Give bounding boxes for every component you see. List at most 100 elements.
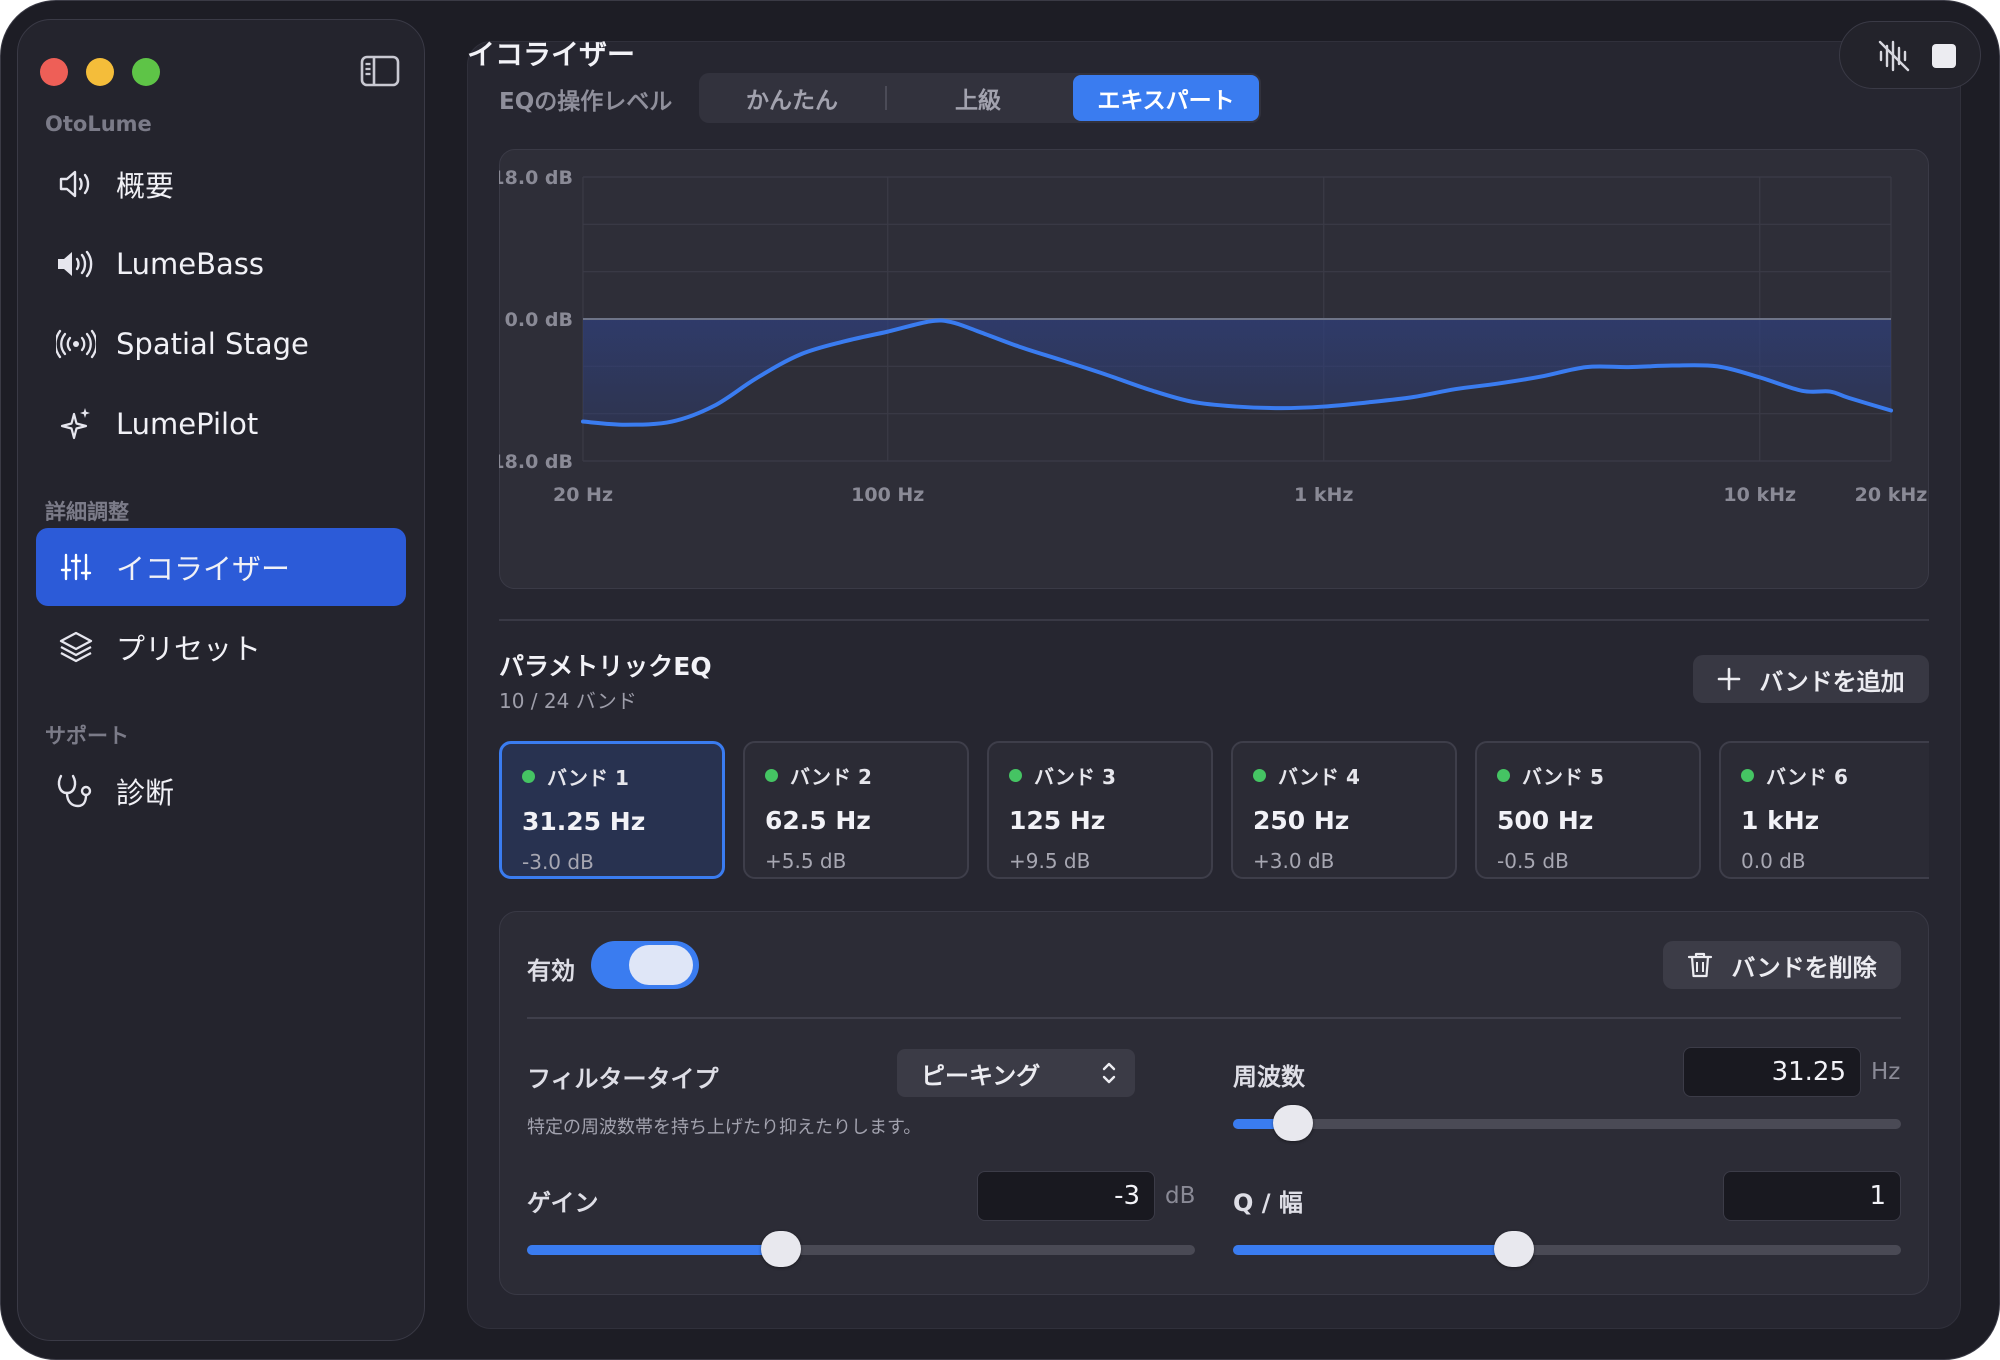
band-gain: +9.5 dB	[1009, 849, 1091, 873]
app-window: OtoLume 概要 LumeBass Spatial Stage LumePi…	[0, 0, 2000, 1360]
gain-input[interactable]: -3	[977, 1171, 1155, 1221]
add-band-button[interactable]: バンドを追加	[1693, 655, 1929, 703]
slider-fill	[1233, 1245, 1514, 1255]
filter-type-select[interactable]: ピーキング	[897, 1049, 1135, 1097]
close-window-button[interactable]	[40, 58, 68, 86]
band-card[interactable]: バンド 2 62.5 Hz +5.5 dB	[743, 741, 969, 879]
q-input[interactable]: 1	[1723, 1171, 1901, 1221]
eq-level-row: EQの操作レベル	[499, 75, 692, 123]
band-gain: +3.0 dB	[1253, 849, 1335, 873]
x-tick-label: 1 kHz	[1294, 484, 1353, 506]
sidebar-section-title: サポート	[45, 724, 129, 748]
enabled-toggle[interactable]	[591, 941, 699, 989]
band-card[interactable]: バンド 6 1 kHz 0.0 dB	[1719, 741, 1929, 879]
slider-knob[interactable]	[1273, 1105, 1313, 1141]
frequency-unit: Hz	[1871, 1059, 1901, 1085]
band-active-dot	[1009, 769, 1022, 782]
sidebar-item-diagnostics[interactable]: 診断	[36, 752, 406, 830]
band-name: バンド 3	[1034, 765, 1116, 789]
band-frequency: 250 Hz	[1253, 806, 1350, 835]
filter-type-hint: 特定の周波数帯を持ち上げたり抑えたりします。	[527, 1117, 922, 1138]
band-frequency: 125 Hz	[1009, 806, 1106, 835]
chevron-up-down-icon	[1102, 1062, 1116, 1084]
frequency-input[interactable]: 31.25	[1683, 1047, 1861, 1097]
band-card[interactable]: バンド 4 250 Hz +3.0 dB	[1231, 741, 1457, 879]
sidebar-item-label: LumeBass	[116, 247, 265, 281]
band-name: バンド 4	[1278, 765, 1360, 789]
filter-type-value: ピーキング	[921, 1061, 1041, 1090]
section-divider	[499, 619, 1929, 621]
sidebar-item-lumepilot[interactable]: LumePilot	[36, 385, 406, 463]
slider-fill	[527, 1245, 781, 1255]
page-title: イコライザー	[467, 38, 636, 71]
x-tick-label: 20 Hz	[553, 484, 613, 506]
band-count: 10 / 24 バンド	[499, 689, 637, 713]
band-card[interactable]: バンド 1 31.25 Hz -3.0 dB	[499, 741, 725, 879]
stethoscope-icon	[56, 771, 96, 811]
response-fill	[583, 319, 1891, 425]
eq-level-label: EQの操作レベル	[499, 89, 673, 115]
x-tick-label: 100 Hz	[851, 484, 924, 506]
segment-expert[interactable]: エキスパート	[1073, 75, 1259, 121]
gain-label: ゲイン	[527, 1189, 599, 1217]
frequency-slider[interactable]	[1233, 1105, 1901, 1141]
slider-knob[interactable]	[1494, 1231, 1534, 1267]
parametric-eq-title: パラメトリックEQ	[499, 652, 712, 681]
minimize-window-button[interactable]	[86, 58, 114, 86]
gain-unit: dB	[1165, 1183, 1196, 1209]
band-name: バンド 2	[790, 765, 872, 789]
band-frequency: 500 Hz	[1497, 806, 1594, 835]
sidebar-item-label: イコライザー	[116, 552, 291, 586]
sidebar-item-equalizer[interactable]: イコライザー	[36, 528, 406, 606]
broadcast-icon	[56, 324, 96, 364]
y-tick-label: +18.0 dB	[499, 167, 573, 189]
layers-icon	[56, 627, 96, 667]
sidebar-item-lumebass[interactable]: LumeBass	[36, 225, 406, 303]
zoom-window-button[interactable]	[132, 58, 160, 86]
band-gain: -3.0 dB	[522, 850, 594, 874]
waveform-off-icon[interactable]	[1874, 36, 1914, 76]
band-frequency: 62.5 Hz	[765, 806, 871, 835]
band-card[interactable]: バンド 3 125 Hz +9.5 dB	[987, 741, 1213, 879]
gain-slider[interactable]	[527, 1231, 1195, 1267]
sparkles-icon	[56, 404, 96, 444]
slider-knob[interactable]	[761, 1231, 801, 1267]
band-gain: -0.5 dB	[1497, 849, 1569, 873]
band-frequency: 1 kHz	[1741, 806, 1820, 835]
delete-band-button[interactable]: バンドを削除	[1663, 941, 1901, 989]
filter-type-label: フィルタータイプ	[527, 1065, 719, 1093]
band-active-dot	[522, 770, 535, 783]
plus-icon	[1718, 667, 1741, 691]
band-card[interactable]: バンド 5 500 Hz -0.5 dB	[1475, 741, 1701, 879]
sidebar: OtoLume 概要 LumeBass Spatial Stage LumePi…	[17, 19, 425, 1341]
band-active-dot	[1741, 769, 1754, 782]
band-active-dot	[1497, 769, 1510, 782]
q-slider[interactable]	[1233, 1231, 1901, 1267]
band-list: バンド 1 31.25 Hz -3.0 dB バンド 2 62.5 Hz +5.…	[499, 741, 1929, 881]
sidebar-item-label: 概要	[116, 169, 175, 203]
toggle-knob	[629, 945, 693, 985]
y-tick-label: 0.0 dB	[505, 309, 573, 331]
segment-advanced[interactable]: 上級	[887, 75, 1069, 121]
sidebar-item-spatial-stage[interactable]: Spatial Stage	[36, 305, 406, 383]
band-gain: 0.0 dB	[1741, 849, 1806, 873]
band-frequency: 31.25 Hz	[522, 807, 646, 836]
sidebar-item-overview[interactable]: 概要	[36, 145, 406, 223]
eq-graph-plot: +18.0 dB 0.0 dB -18.0 dB 20 Hz 100 Hz 1 …	[499, 167, 1927, 506]
band-active-dot	[765, 769, 778, 782]
trash-icon	[1688, 952, 1713, 978]
sidebar-toggle-icon[interactable]	[360, 54, 400, 88]
sidebar-section-title: OtoLume	[45, 112, 152, 136]
sliders-icon	[56, 547, 96, 587]
stop-icon[interactable]	[1924, 36, 1964, 76]
editor-divider	[527, 1017, 1901, 1019]
sidebar-item-presets[interactable]: プリセット	[36, 608, 406, 686]
delete-band-label: バンドを削除	[1731, 953, 1877, 982]
x-tick-label: 10 kHz	[1723, 484, 1796, 506]
sidebar-item-label: プリセット	[116, 632, 262, 666]
add-band-label: バンドを追加	[1759, 667, 1905, 696]
segment-simple[interactable]: かんたん	[701, 75, 883, 121]
speaker-wave-icon	[56, 244, 96, 284]
band-name: バンド 6	[1766, 765, 1848, 789]
eq-level-segmented-control: かんたん 上級 エキスパート	[699, 73, 1261, 123]
